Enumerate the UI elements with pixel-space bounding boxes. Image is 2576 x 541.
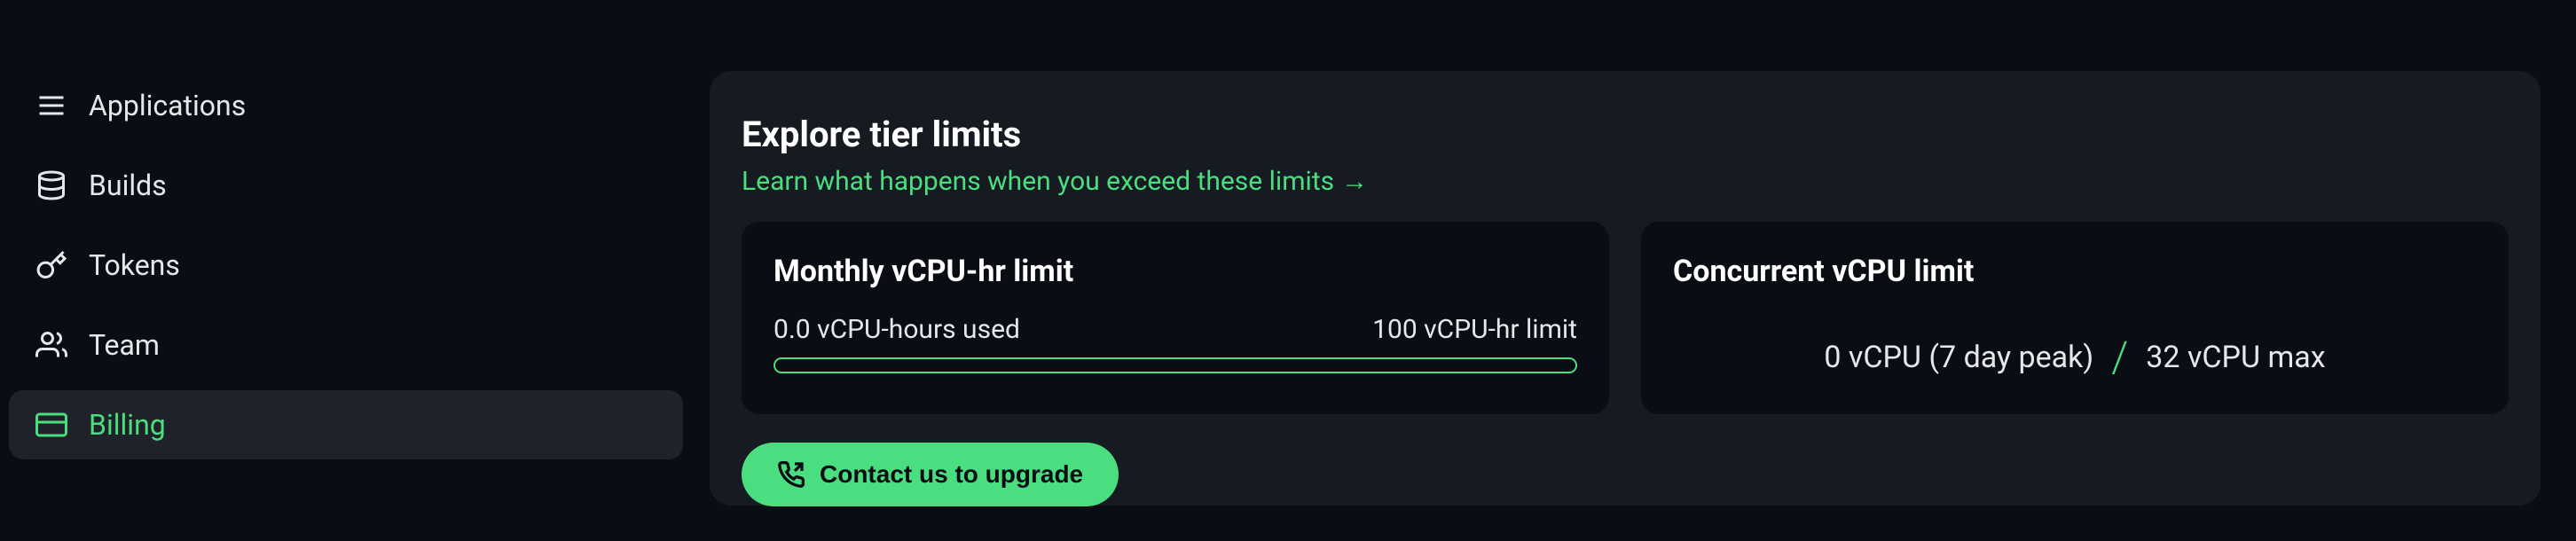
sidebar-item-billing[interactable]: Billing [9,390,683,459]
sidebar-item-applications[interactable]: Applications [9,71,683,140]
sidebar-item-builds[interactable]: Builds [9,151,683,220]
sidebar-item-label: Builds [89,169,167,202]
vcpu-hours-used: 0.0 vCPU-hours used [774,314,1020,345]
vcpu-hours-limit: 100 vCPU-hr limit [1372,314,1577,345]
learn-link-text: Learn what happens when you exceed these… [742,166,1334,197]
concurrent-content: 0 vCPU (7 day peak) / 32 vCPU max [1673,314,2477,382]
tier-limits-panel: Explore tier limits Learn what happens w… [710,71,2541,506]
monthly-vcpu-card: Monthly vCPU-hr limit 0.0 vCPU-hours use… [742,222,1609,414]
section-title: Explore tier limits [742,114,2509,155]
sidebar: Applications Builds Tokens Team Billing [0,0,692,541]
learn-more-link[interactable]: Learn what happens when you exceed these… [742,166,2509,197]
vcpu-max-label: 32 vCPU max [2146,340,2325,375]
limit-cards-row: Monthly vCPU-hr limit 0.0 vCPU-hours use… [742,222,2509,414]
sidebar-item-label: Applications [89,89,246,122]
database-icon [35,169,67,201]
usage-progress-bar [774,357,1577,373]
arrow-right-icon: → [1341,166,1368,197]
users-icon [35,329,67,361]
vcpu-peak-label: 0 vCPU (7 day peak) [1824,340,2093,375]
monthly-card-title: Monthly vCPU-hr limit [774,254,1577,289]
sidebar-item-team[interactable]: Team [9,310,683,380]
contact-upgrade-button[interactable]: Contact us to upgrade [742,443,1119,506]
main-content: Explore tier limits Learn what happens w… [692,0,2576,541]
sidebar-item-label: Team [89,328,160,362]
sidebar-item-label: Billing [89,408,166,442]
upgrade-button-label: Contact us to upgrade [820,460,1083,489]
usage-row: 0.0 vCPU-hours used 100 vCPU-hr limit [774,314,1577,345]
divider-slash: / [2111,332,2128,382]
concurrent-card-title: Concurrent vCPU limit [1673,254,2477,289]
key-icon [35,249,67,281]
sidebar-item-tokens[interactable]: Tokens [9,231,683,300]
concurrent-vcpu-card: Concurrent vCPU limit 0 vCPU (7 day peak… [1641,222,2509,414]
sidebar-item-label: Tokens [89,248,180,282]
credit-card-icon [35,409,67,441]
phone-outgoing-icon [777,460,805,489]
menu-icon [35,90,67,122]
